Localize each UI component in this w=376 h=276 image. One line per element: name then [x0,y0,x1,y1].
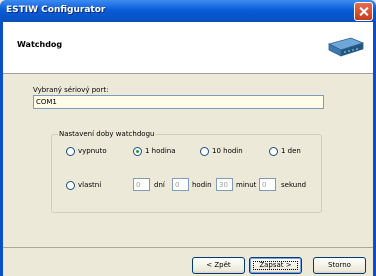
radio-10-hours[interactable] [200,147,209,156]
wizard-header: Watchdog [3,22,373,74]
next-button[interactable]: Zapsat > [249,257,302,274]
watchdog-groupbox [51,134,322,213]
radio-1-hour[interactable] [133,147,142,156]
page-title: Watchdog [17,40,63,49]
window-title: ESTIW Configurator [6,5,106,15]
days-label: dní [154,181,165,189]
radio-10-hours-label[interactable]: 10 hodin [212,147,243,155]
radio-custom-label[interactable]: vlastní [78,181,101,189]
port-label: Vybraný sériový port: [33,86,109,94]
radio-1-day-label[interactable]: 1 den [281,147,301,155]
watchdog-group-label: Nastavení doby watchdogu [58,130,156,138]
hours-label: hodin [192,181,212,189]
hours-input[interactable]: 0 [172,178,189,191]
back-button[interactable]: < Zpět [192,257,245,274]
minutes-label: minut [236,181,257,189]
radio-1-day[interactable] [269,147,278,156]
port-input[interactable]: COM1 [33,95,324,109]
modem-icon [327,37,365,57]
cancel-button[interactable]: Storno [313,257,366,274]
radio-off-label[interactable]: vypnuto [78,147,107,155]
days-input[interactable]: 0 [133,178,150,191]
radio-custom[interactable] [66,181,75,190]
title-bar[interactable]: ESTIW Configurator [0,0,376,22]
minutes-input[interactable]: 30 [216,178,233,191]
seconds-label: sekund [281,181,307,189]
seconds-input[interactable]: 0 [259,178,276,191]
radio-1-hour-label[interactable]: 1 hodina [145,147,176,155]
close-button[interactable] [354,2,373,21]
radio-off[interactable] [66,147,75,156]
focus-ring [253,261,298,270]
footer-divider [3,247,373,248]
